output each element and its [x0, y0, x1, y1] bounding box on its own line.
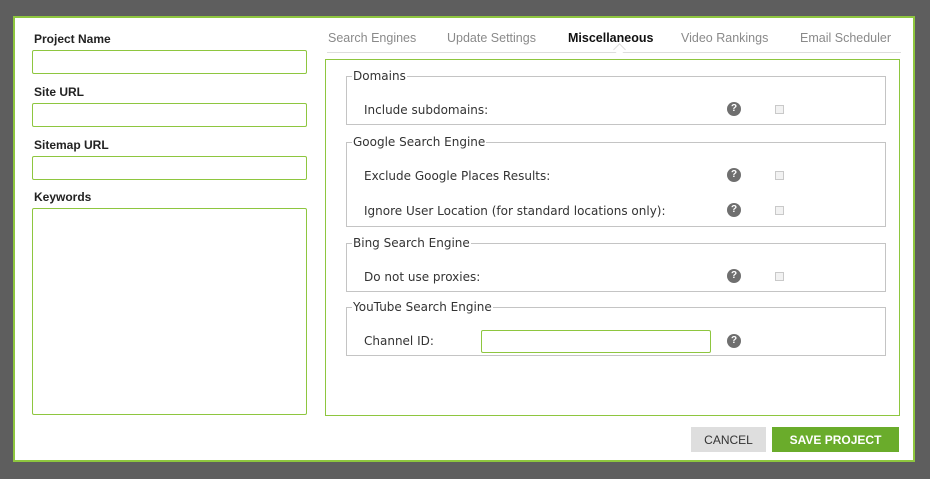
keywords-label: Keywords: [34, 190, 92, 204]
settings-tabs: Search Engines Update Settings Miscellan…: [327, 26, 901, 56]
sitemap-url-label: Sitemap URL: [34, 138, 109, 152]
cancel-button[interactable]: CANCEL: [691, 427, 766, 452]
save-project-button[interactable]: SAVE PROJECT: [772, 427, 899, 452]
domains-group: Domains Include subdomains: ?: [346, 69, 886, 125]
domains-legend: Domains: [353, 69, 406, 83]
tab-video-rankings[interactable]: Video Rankings: [681, 31, 768, 45]
bing-search-engine-group: Bing Search Engine Do not use proxies: ?: [346, 236, 886, 292]
tab-update-settings[interactable]: Update Settings: [447, 31, 536, 45]
channel-id-input[interactable]: [481, 330, 711, 353]
keywords-textarea[interactable]: [32, 208, 307, 415]
tab-search-engines[interactable]: Search Engines: [328, 31, 416, 45]
youtube-legend: YouTube Search Engine: [353, 300, 492, 314]
include-subdomains-label: Include subdomains:: [364, 103, 489, 117]
sitemap-url-input[interactable]: [32, 156, 307, 180]
help-icon[interactable]: ?: [727, 203, 741, 217]
exclude-google-places-label: Exclude Google Places Results:: [364, 169, 551, 183]
site-url-label: Site URL: [34, 85, 85, 99]
exclude-google-places-checkbox[interactable]: [775, 171, 784, 180]
no-proxies-label: Do not use proxies:: [364, 270, 481, 284]
active-tab-indicator: [613, 43, 626, 56]
project-dialog: Project Name Site URL Sitemap URL Keywor…: [13, 16, 915, 462]
bing-legend: Bing Search Engine: [353, 236, 470, 250]
include-subdomains-checkbox[interactable]: [775, 105, 784, 114]
no-proxies-checkbox[interactable]: [775, 272, 784, 281]
google-legend: Google Search Engine: [353, 135, 486, 149]
site-url-input[interactable]: [32, 103, 307, 127]
help-icon[interactable]: ?: [727, 269, 741, 283]
ignore-user-location-checkbox[interactable]: [775, 206, 784, 215]
miscellaneous-panel: Domains Include subdomains: ? Google Sea…: [325, 59, 900, 416]
help-icon[interactable]: ?: [727, 102, 741, 116]
project-name-input[interactable]: [32, 50, 307, 74]
google-search-engine-group: Google Search Engine Exclude Google Plac…: [346, 135, 886, 227]
tab-email-scheduler[interactable]: Email Scheduler: [800, 31, 891, 45]
youtube-search-engine-group: YouTube Search Engine Channel ID: ?: [346, 300, 886, 356]
help-icon[interactable]: ?: [727, 168, 741, 182]
help-icon[interactable]: ?: [727, 334, 741, 348]
tab-miscellaneous[interactable]: Miscellaneous: [568, 31, 653, 45]
project-name-label: Project Name: [34, 32, 111, 46]
channel-id-label: Channel ID:: [364, 334, 434, 348]
ignore-user-location-label: Ignore User Location (for standard locat…: [364, 204, 666, 218]
